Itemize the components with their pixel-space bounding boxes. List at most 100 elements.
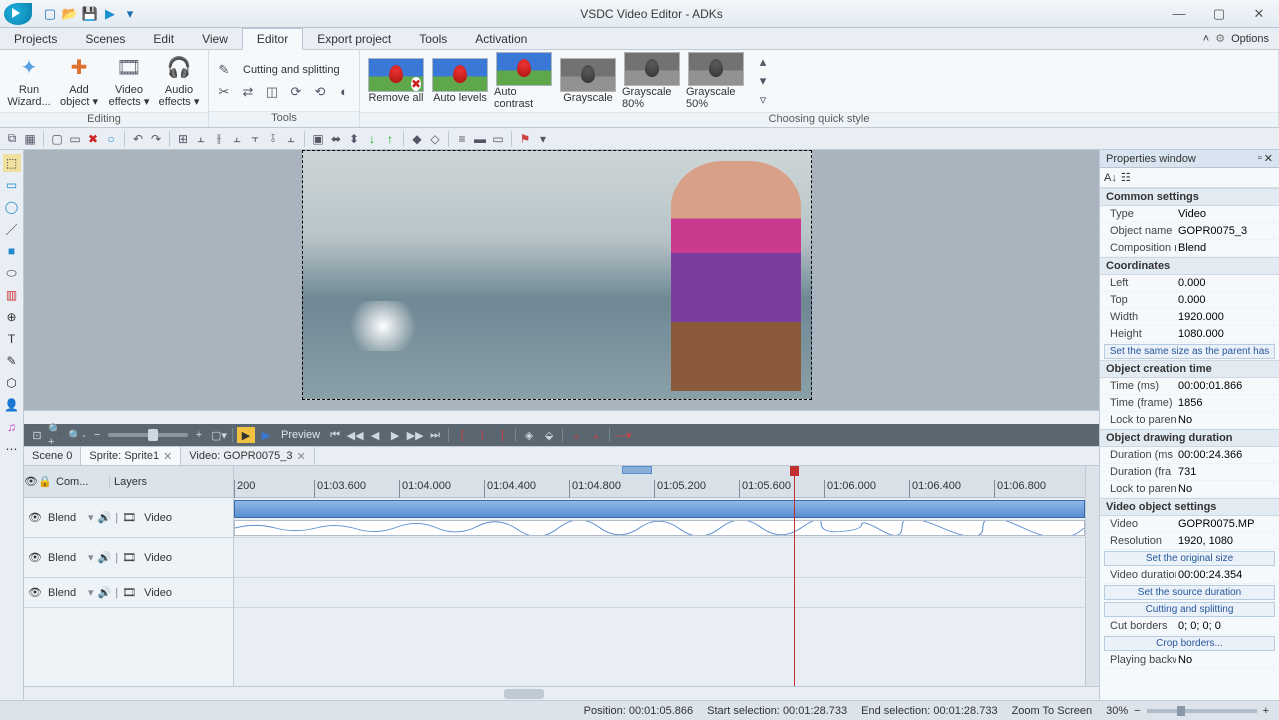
tool-chart-icon[interactable]: ▥ [3,286,21,304]
tool-icon-4[interactable]: ⟳ [287,83,305,101]
timeline-ruler[interactable]: 200 01:03.600 01:04.000 01:04.400 01:04.… [234,466,1085,498]
timeline-track[interactable] [234,538,1085,578]
style-grayscale-80[interactable]: Grayscale 80% [622,52,682,110]
tab-editor[interactable]: Editor [242,28,303,50]
tb-icon[interactable]: ▢▾ [210,427,228,443]
tool-music-icon[interactable]: ♫ [3,418,21,436]
arrow-up-icon[interactable]: ↑ [382,131,398,147]
step-fwd-icon[interactable]: ▶ [386,427,404,443]
eye-icon[interactable]: 👁 [28,586,44,599]
zoom-in-icon[interactable]: 🔍+ [48,427,66,443]
tb-icon[interactable]: ▭ [490,131,506,147]
crop-borders-button[interactable]: Crop borders... [1104,636,1275,651]
sort-icon[interactable]: A↓ [1104,172,1117,184]
styles-expand-icon[interactable]: ▿ [754,91,772,109]
tab-export-project[interactable]: Export project [303,28,405,49]
section-coords[interactable]: Coordinates [1100,257,1279,275]
section-drawing[interactable]: Object drawing duration [1100,429,1279,447]
tool-pencil-icon[interactable]: ✎ [3,352,21,370]
add-object-button[interactable]: ✚Add object ▾ [56,52,102,110]
timeline-track[interactable] [234,498,1085,538]
eye-icon[interactable]: 👁 [28,551,44,564]
zoom-slider[interactable] [1147,709,1257,713]
selection-region[interactable] [622,466,652,474]
align-bottom-icon[interactable]: ⫠ [283,131,299,147]
tool-icon-1[interactable]: ✂ [215,83,233,101]
brush-icon[interactable]: ✎ [215,61,233,79]
collapse-ribbon-icon[interactable]: ˄ [1203,33,1209,45]
zoom-fit-icon[interactable]: ⊡ [28,427,46,443]
run-wizard-button[interactable]: ✦Run Wizard... [6,52,52,110]
align-top-icon[interactable]: ⫟ [247,131,263,147]
tool-icon[interactable]: ⋯ [3,440,21,458]
step-back-icon[interactable]: ◀ [366,427,384,443]
audio-effects-button[interactable]: 🎧Audio effects ▾ [156,52,202,110]
canvas-scrollbar[interactable] [24,410,1099,424]
cutting-splitting-button[interactable]: Cutting and splitting [1104,602,1275,617]
timeline-tab-scene[interactable]: Scene 0 [24,447,81,465]
qat-new-icon[interactable]: ▢ [42,6,58,22]
tb-icon[interactable]: ◈ [520,427,538,443]
video-effects-button[interactable]: 🎞Video effects ▾ [106,52,152,110]
tb-icon[interactable]: ○ [103,131,119,147]
tool-icon[interactable]: ■ [3,242,21,260]
eye-icon[interactable]: 👁 [28,511,44,524]
tool-icon[interactable]: ⬡ [3,374,21,392]
tb-icon[interactable]: ⬍ [346,131,362,147]
timeline-hscroll[interactable] [24,686,1099,700]
zoom-out-icon[interactable]: 🔍- [68,427,86,443]
tool-icon[interactable]: ▭ [3,176,21,194]
tb-icon[interactable]: ✖ [85,131,101,147]
tool-icon-5[interactable]: ⟲ [311,83,329,101]
timeline-tab-sprite[interactable]: Sprite: Sprite1✕ [81,447,181,465]
timeline-vscroll[interactable] [1085,466,1099,686]
tb-icon[interactable]: ⊞ [175,131,191,147]
gear-icon[interactable]: ⚙ [1215,32,1225,45]
close-panel-icon[interactable]: ✕ [1264,152,1273,165]
zoom-to-screen[interactable]: Zoom To Screen [1012,705,1093,717]
tb-icon[interactable]: ▬ [472,131,488,147]
tb-icon[interactable]: ▢ [49,131,65,147]
options-label[interactable]: Options [1231,33,1269,45]
tb-icon[interactable]: ◆ [409,131,425,147]
timeline-tracks[interactable]: 200 01:03.600 01:04.000 01:04.400 01:04.… [234,466,1085,686]
tool-icon[interactable]: ⊕ [3,308,21,326]
qat-open-icon[interactable]: 📂 [62,6,78,22]
tb-icon[interactable]: ⧉ [4,131,20,147]
original-size-button[interactable]: Set the original size [1104,551,1275,566]
cutting-splitting-button[interactable]: Cutting and splitting [239,64,340,76]
zoom-slider[interactable] [108,433,188,437]
eye-icon[interactable]: 👁 [24,475,38,488]
section-creation[interactable]: Object creation time [1100,360,1279,378]
undo-icon[interactable]: ↶ [130,131,146,147]
tool-line-icon[interactable]: ／ [3,220,21,238]
align-middle-icon[interactable]: ⫱ [265,131,281,147]
style-auto-levels[interactable]: Auto levels [430,58,490,104]
qat-play-icon[interactable]: ▶ [102,6,118,22]
track-header[interactable]: 👁 Blend▾ 🔊 | 🎞 Video [24,538,233,578]
tb-icon[interactable]: —▾ [614,427,632,443]
flag-icon[interactable]: ⚑ [517,131,533,147]
close-tab-icon[interactable]: ✕ [163,450,172,463]
styles-scroll-up-icon[interactable]: ▴ [754,53,772,71]
tool-icon[interactable]: ◯ [3,198,21,216]
playhead[interactable] [794,466,795,686]
track-header[interactable]: 👁 Blend▾ 🔊 | 🎞 Video [24,498,233,538]
tb-icon[interactable]: ⫠ [587,427,605,443]
align-left-icon[interactable]: ⫠ [193,131,209,147]
skip-end-icon[interactable]: ⏭ [426,427,444,443]
section-common[interactable]: Common settings [1100,188,1279,206]
lock-icon[interactable]: 🔒 [38,475,52,488]
tb-icon[interactable]: ▦ [22,131,38,147]
split-icon[interactable]: | [473,427,491,443]
tool-person-icon[interactable]: 👤 [3,396,21,414]
mark-out-icon[interactable]: ] [493,427,511,443]
tab-edit[interactable]: Edit [139,28,188,49]
source-duration-button[interactable]: Set the source duration [1104,585,1275,600]
tab-activation[interactable]: Activation [461,28,541,49]
qat-dropdown-icon[interactable]: ▾ [122,6,138,22]
same-size-button[interactable]: Set the same size as the parent has [1104,344,1275,359]
tool-icon[interactable]: ⬭ [3,264,21,282]
mark-in-icon[interactable]: [ [453,427,471,443]
tool-icon-6[interactable]: ◐ [335,83,353,101]
